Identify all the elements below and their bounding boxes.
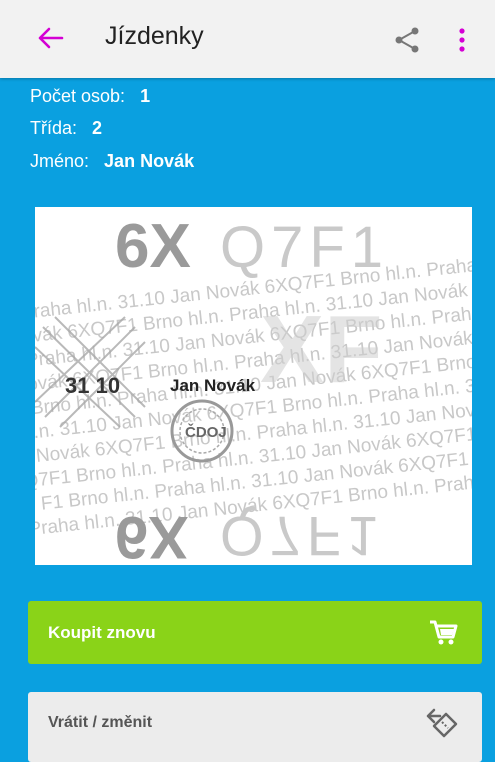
persons-value: 1 [140,86,151,106]
share-icon[interactable] [393,26,421,54]
buy-again-button[interactable]: Koupit znovu [28,601,482,664]
class-row: Třída: 2 [30,118,102,139]
back-arrow-icon[interactable] [36,24,64,52]
persons-label: Počet osob: [30,86,126,106]
name-row: Jméno: Jan Novák [30,151,194,172]
return-change-button[interactable]: Vrátit / změnit [28,692,482,762]
return-change-label: Vrátit / změnit [48,714,153,731]
more-options-icon[interactable] [456,27,468,53]
shopping-cart-icon [430,620,458,645]
page-title: Jízdenky [105,22,204,50]
ticket-code-bottom-light: Q7F1 [220,505,384,565]
ticket-passenger: Jan Novák [170,376,256,395]
ticket-date: 31 10 [65,373,120,398]
ticket-code-top: 6X [115,212,191,281]
buy-again-label: Koupit znovu [48,623,156,642]
svg-text:XF: XF [260,296,383,403]
class-value: 2 [92,118,103,138]
app-bar: Jízdenky [0,0,495,78]
ticket-image: Praha hl.n. 31.10 Jan Novák 6XQ7F1 Brno … [35,207,472,565]
name-label: Jméno: [30,151,90,171]
ticket-security-graphic: Praha hl.n. 31.10 Jan Novák 6XQ7F1 Brno … [35,212,472,565]
persons-row: Počet osob: 1 [30,86,150,107]
class-label: Třída: [30,118,78,138]
stamp-text: ČDOJ [185,423,227,441]
name-value: Jan Novák [104,151,195,171]
ticket-exchange-icon [426,708,458,738]
ticket-code-top-light: Q7F1 [220,215,389,280]
ticket-code-bottom: 6X [115,504,188,565]
